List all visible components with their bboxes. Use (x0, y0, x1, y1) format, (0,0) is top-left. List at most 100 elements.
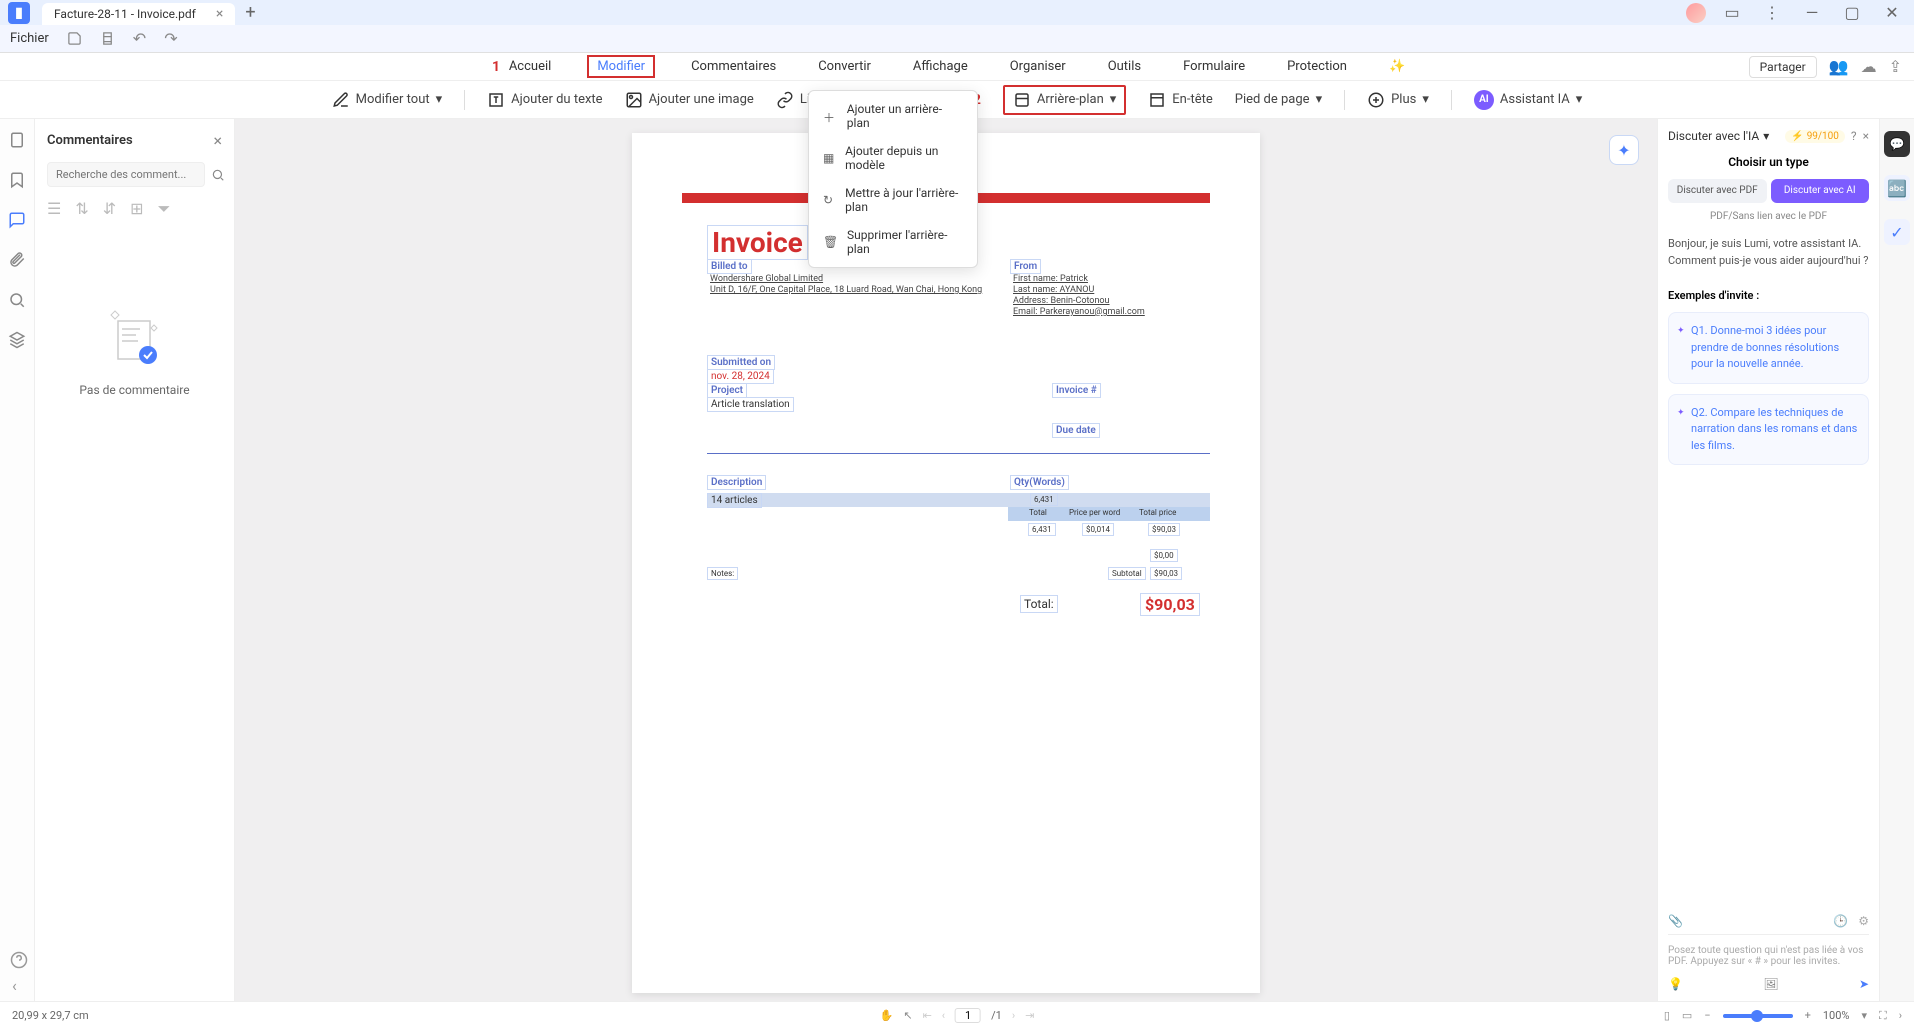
ai-example-1[interactable]: Q1. Donne-moi 3 idées pour prendre de bo… (1668, 312, 1869, 384)
first-page-icon[interactable]: ⇤ (923, 1009, 932, 1022)
collapse-icon[interactable]: ‹ (12, 976, 17, 995)
search-icon[interactable] (8, 291, 26, 309)
close-icon[interactable]: × (213, 131, 222, 150)
subtotal-label[interactable]: Subtotal (1108, 567, 1146, 580)
collapse-right-icon[interactable]: › (1899, 1009, 1902, 1022)
notification-icon[interactable]: ▭ (1718, 3, 1746, 23)
subtotal-val[interactable]: $90,03 (1150, 567, 1182, 580)
kebab-menu-icon[interactable]: ⋮ (1758, 3, 1786, 23)
columns-icon[interactable]: ⊞ (130, 199, 143, 219)
next-page-icon[interactable]: › (1012, 1009, 1015, 1022)
ai-tab-pdf[interactable]: Discuter avec PDF (1668, 179, 1767, 203)
invoice-num-label[interactable]: Invoice # (1052, 383, 1101, 398)
menu-formulaire[interactable]: Formulaire (1177, 55, 1251, 78)
menu-protection[interactable]: Protection (1281, 55, 1353, 78)
header-button[interactable]: En-tête (1148, 91, 1212, 109)
submitted-label[interactable]: Submitted on (707, 355, 775, 370)
maximize-button[interactable]: ▢ (1838, 3, 1866, 23)
sort2-icon[interactable]: ⇵ (103, 199, 116, 219)
filter-icon[interactable]: ⏷ (158, 199, 171, 219)
due-date-label[interactable]: Due date (1052, 423, 1100, 438)
tasks-icon[interactable]: ✓ (1884, 219, 1910, 245)
more-button[interactable]: Plus ▾ (1367, 91, 1429, 109)
zoom-in-icon[interactable]: + (1805, 1009, 1811, 1022)
grand-total-value[interactable]: $90,03 (1140, 593, 1200, 616)
prev-page-icon[interactable]: ‹ (942, 1009, 945, 1022)
add-text-button[interactable]: Ajouter du texte (487, 91, 602, 109)
ai-attach-icon[interactable]: 📎 (1668, 914, 1683, 928)
attachment-icon[interactable] (8, 251, 26, 269)
upload-icon[interactable]: ⇪ (1889, 57, 1902, 76)
ai-history-icon[interactable]: 🕒 (1833, 914, 1848, 928)
project-value[interactable]: Article translation (707, 397, 794, 412)
thumbnails-icon[interactable] (8, 131, 26, 149)
help-icon[interactable] (10, 951, 28, 969)
list-icon[interactable]: ☰ (47, 199, 61, 219)
qty-header[interactable]: Qty(Words) (1010, 475, 1069, 490)
zoom-thumb[interactable] (1751, 1010, 1763, 1022)
help-icon[interactable]: ? (1851, 129, 1857, 143)
notes-label[interactable]: Notes: (707, 567, 738, 580)
billed-to-label[interactable]: Billed to (707, 259, 752, 274)
ai-image-icon[interactable]: 🖼 (1763, 977, 1778, 991)
sort-icon[interactable]: ⇅ (75, 199, 88, 219)
add-image-button[interactable]: Ajouter une image (625, 91, 754, 109)
menu-convertir[interactable]: Convertir (812, 55, 877, 78)
menu-affichage[interactable]: Affichage (907, 55, 974, 78)
comments-search-input[interactable] (47, 162, 205, 187)
file-menu[interactable]: Fichier (10, 31, 49, 46)
close-window-button[interactable]: ✕ (1878, 3, 1906, 23)
menu-commentaires[interactable]: Commentaires (685, 55, 782, 78)
single-page-icon[interactable]: ▯ (1664, 1009, 1670, 1022)
translate-icon[interactable]: 🔤 (1884, 175, 1910, 201)
sum-ppw[interactable]: $0,014 (1082, 523, 1114, 536)
from-label[interactable]: From (1010, 259, 1041, 274)
ai-panel-title[interactable]: Discuter avec l'IA ▾ (1668, 129, 1769, 143)
people-icon[interactable]: 👥 (1829, 57, 1849, 76)
fullscreen-icon[interactable]: ⛶ (1879, 1009, 1887, 1023)
ai-credits-badge[interactable]: ⚡ 99/100 (1785, 130, 1845, 143)
page-number-input[interactable] (955, 1008, 981, 1023)
project-label[interactable]: Project (707, 383, 747, 398)
floating-ai-icon[interactable]: ✦ (1609, 135, 1639, 165)
user-avatar[interactable] (1686, 3, 1706, 23)
ai-chat-icon[interactable]: 💬 (1884, 131, 1910, 157)
continuous-icon[interactable]: ▭ (1682, 1009, 1692, 1022)
dd-add-from-template[interactable]: ▦ Ajouter depuis un modèle (809, 137, 977, 179)
tab-close-icon[interactable]: × (216, 6, 223, 22)
layers-icon[interactable] (8, 331, 26, 349)
sum-total[interactable]: $90,03 (1148, 523, 1180, 536)
hand-tool-icon[interactable]: ✋ (880, 1009, 894, 1022)
ai-assistant-button[interactable]: AI Assistant IA ▾ (1474, 90, 1582, 110)
zoom-slider[interactable] (1723, 1014, 1793, 1018)
document-tab[interactable]: Facture-28-11 - Invoice.pdf × (42, 3, 235, 25)
search-icon[interactable] (211, 168, 225, 182)
bookmark-icon[interactable] (8, 171, 26, 189)
dd-add-background[interactable]: ＋ Ajouter un arrière-plan (809, 95, 977, 137)
close-icon[interactable]: × (1863, 129, 1869, 143)
sum-qty[interactable]: 6,431 (1028, 523, 1056, 536)
ai-tab-ai[interactable]: Discuter avec AI (1771, 179, 1870, 203)
share-button[interactable]: Partager (1749, 56, 1817, 78)
chevron-down-icon[interactable]: ▾ (1861, 1009, 1867, 1022)
last-page-icon[interactable]: ⇥ (1025, 1009, 1034, 1022)
undo-icon[interactable]: ↶ (133, 29, 146, 48)
ai-settings-icon[interactable]: ⚙ (1858, 914, 1869, 928)
sparkle-icon[interactable]: ✨ (1383, 55, 1411, 78)
menu-organiser[interactable]: Organiser (1004, 55, 1072, 78)
row-qty[interactable]: 6,431 (1030, 493, 1058, 506)
zero-line[interactable]: $0,00 (1150, 549, 1178, 562)
minimize-button[interactable]: — (1798, 3, 1826, 23)
desc-header[interactable]: Description (707, 475, 766, 490)
modify-all-button[interactable]: Modifier tout ▾ (332, 91, 442, 109)
comments-tab-icon[interactable] (8, 211, 26, 229)
new-tab-button[interactable]: + (245, 2, 255, 23)
row-desc[interactable]: 14 articles (707, 493, 762, 508)
zoom-out-icon[interactable]: − (1704, 1009, 1710, 1022)
cloud-icon[interactable]: ☁ (1861, 57, 1877, 76)
menu-outils[interactable]: Outils (1102, 55, 1147, 78)
select-tool-icon[interactable]: ↖ (903, 1009, 912, 1022)
invoice-title[interactable]: Invoice (707, 225, 808, 260)
print-icon[interactable] (100, 31, 115, 46)
menu-modifier[interactable]: Modifier (587, 55, 655, 78)
